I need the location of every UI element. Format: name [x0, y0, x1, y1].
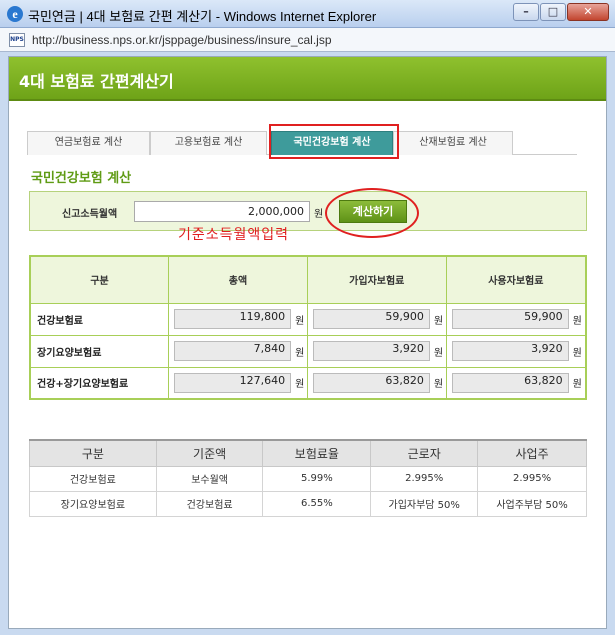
tab-employment[interactable]: 고용보험료 계산 [150, 131, 267, 155]
employee-value: 59,900 [312, 309, 430, 329]
minimize-button[interactable]: – [513, 3, 539, 21]
table-row: 건강보험료 119,800 원 59,900 원 59,900 원 [29, 302, 587, 336]
section-title: 국민건강보험 계산 [31, 171, 132, 186]
unit-label: 원 [572, 379, 582, 391]
info-cell: 보수월액 [155, 465, 264, 492]
tab-pension[interactable]: 연금보험료 계산 [27, 131, 150, 155]
table-row: 장기요양보험료 7,840 원 3,920 원 3,920 원 [29, 334, 587, 368]
income-label: 신고소득월액 [62, 209, 118, 220]
unit-label: 원 [433, 379, 444, 391]
tab-industrial[interactable]: 산재보험료 계산 [393, 131, 513, 155]
total-value: 127,640 [174, 372, 292, 393]
row-label: 건강+장기요양보험료 [29, 366, 170, 400]
url-text[interactable]: http://business.nps.or.kr/jsppage/busine… [32, 33, 332, 47]
employee-value: 3,920 [312, 341, 430, 361]
info-cell: 장기요양보험료 [29, 490, 157, 517]
info-header-row: 구분 기준액 보험료율 근로자 사업주 [29, 439, 587, 467]
info-cell: 건강보험료 [29, 465, 157, 492]
info-header-cell: 구분 [29, 439, 157, 467]
result-header-cell: 구분 [29, 255, 170, 304]
button-highlight-circle [325, 188, 419, 238]
annotation-text: 기준소득월액입력 [178, 227, 290, 243]
info-cell: 2.995% [370, 465, 479, 492]
table-row: 장기요양보험료 건강보험료 6.55% 가입자부담 50% 사업주부담 50% [29, 490, 587, 517]
income-unit: 원 [314, 209, 324, 220]
unit-label: 원 [295, 347, 305, 359]
rate-info-table: 구분 기준액 보험료율 근로자 사업주 건강보험료 보수월액 5.99% 2.9… [29, 439, 587, 517]
page-title: 4대 보험료 간편계산기 [19, 72, 174, 91]
info-header-cell: 근로자 [370, 439, 479, 467]
total-value: 7,840 [174, 341, 292, 361]
info-cell: 사업주부담 50% [477, 490, 587, 517]
info-cell: 2.995% [477, 465, 587, 492]
maximize-button[interactable]: □ [540, 3, 566, 21]
info-cell: 6.55% [262, 490, 372, 517]
tab-highlight-box [269, 124, 399, 159]
window-controls: – □ ✕ [512, 3, 609, 21]
window-titlebar: e 국민연금 | 4대 보험료 간편 계산기 - Windows Interne… [0, 0, 615, 28]
result-header-cell: 사용자보험료 [445, 255, 587, 304]
info-header-cell: 사업주 [477, 439, 587, 467]
employee-value: 63,820 [312, 372, 430, 393]
income-input[interactable]: 2,000,000 [134, 201, 310, 222]
info-cell: 5.99% [262, 465, 372, 492]
address-bar: NPS http://business.nps.or.kr/jsppage/bu… [0, 28, 615, 52]
result-table: 구분 총액 가입자보험료 사용자보험료 건강보험료 119,800 원 59,90… [29, 255, 587, 400]
info-header-cell: 기준액 [155, 439, 264, 467]
site-favicon-icon: NPS [9, 33, 25, 47]
row-label: 장기요양보험료 [29, 334, 170, 368]
page-content: 4대 보험료 간편계산기 연금보험료 계산 고용보험료 계산 국민건강보험 계산… [8, 56, 607, 629]
employer-value: 59,900 [451, 309, 569, 329]
unit-label: 원 [295, 379, 305, 391]
employer-value: 63,820 [451, 372, 569, 393]
ie-icon: e [7, 6, 23, 22]
table-row: 건강+장기요양보험료 127,640 원 63,820 원 63,820 원 [29, 366, 587, 400]
info-cell: 건강보험료 [155, 490, 264, 517]
employer-value: 3,920 [451, 341, 569, 361]
page-banner: 4대 보험료 간편계산기 [9, 57, 606, 101]
total-value: 119,800 [174, 309, 292, 329]
table-row: 건강보험료 보수월액 5.99% 2.995% 2.995% [29, 465, 587, 492]
info-header-cell: 보험료율 [262, 439, 372, 467]
result-header-row: 구분 총액 가입자보험료 사용자보험료 [29, 255, 587, 304]
info-cell: 가입자부담 50% [370, 490, 479, 517]
close-button[interactable]: ✕ [567, 3, 609, 21]
unit-label: 원 [295, 315, 305, 327]
window-title: 국민연금 | 4대 보험료 간편 계산기 - Windows Internet … [28, 9, 377, 24]
unit-label: 원 [433, 347, 444, 359]
unit-label: 원 [572, 347, 582, 359]
unit-label: 원 [433, 315, 444, 327]
unit-label: 원 [572, 315, 582, 327]
result-header-cell: 가입자보험료 [306, 255, 447, 304]
result-header-cell: 총액 [168, 255, 308, 304]
row-label: 건강보험료 [29, 302, 170, 336]
income-input-panel: 신고소득월액 2,000,000 원 계산하기 [29, 191, 587, 231]
